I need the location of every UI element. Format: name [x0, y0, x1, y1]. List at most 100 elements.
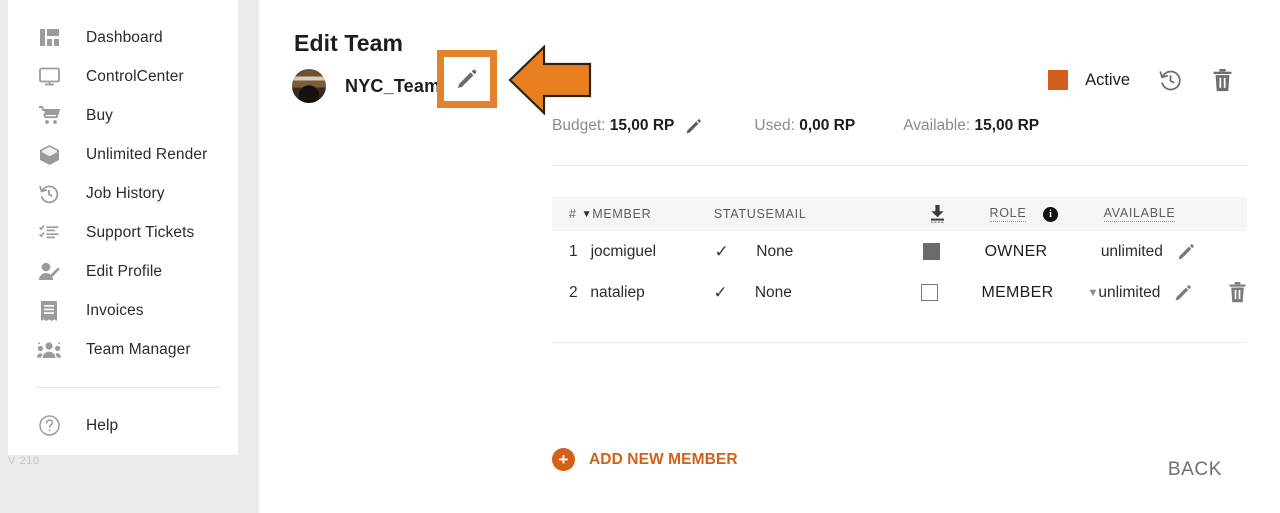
row-member-name: jocmiguel: [590, 242, 657, 260]
avatar: [292, 69, 326, 103]
row-role: OWNER: [985, 243, 1101, 261]
sidebar-item-label: Job History: [86, 184, 165, 202]
invoice-icon: [36, 298, 62, 324]
column-header-available[interactable]: AVAILABLE: [1103, 206, 1206, 222]
column-header-num-label: #: [569, 207, 577, 221]
used-value: 0,00 RP: [799, 117, 856, 134]
checkbox-unchecked-icon[interactable]: [920, 284, 938, 301]
row-status-check-icon: ✓: [714, 243, 756, 260]
left-arrow-annotation: [508, 44, 592, 116]
row-available: unlimited: [1101, 243, 1205, 261]
row-available-label: unlimited: [1098, 283, 1161, 301]
row-select-checkbox[interactable]: [920, 284, 982, 301]
plus-circle-icon: +: [552, 448, 575, 471]
table-row[interactable]: 2 nataliep ✓ None MEMBER ▼ unlimited: [552, 272, 1247, 313]
sidebar-item-buy[interactable]: Buy: [8, 96, 238, 135]
back-button[interactable]: BACK: [1168, 459, 1222, 481]
row-role-dropdown[interactable]: MEMBER ▼: [981, 284, 1098, 302]
status-cluster: Active: [1048, 68, 1234, 92]
content-panel: Edit Team NYC_Team Budget: 15,00 RP Used…: [259, 0, 1280, 513]
sidebar-item-controlcenter[interactable]: ControlCenter: [8, 57, 238, 96]
sidebar-item-edit-profile[interactable]: Edit Profile: [8, 252, 238, 291]
team-name: NYC_Team: [345, 75, 441, 96]
team-icon: [36, 337, 62, 363]
sidebar-item-label: Dashboard: [86, 28, 163, 46]
available-value: 15,00 RP: [974, 117, 1040, 134]
budget-summary: Budget: 15,00 RP Used: 0,00 RP Available…: [552, 117, 1039, 135]
column-header-role[interactable]: ROLE i: [989, 206, 1104, 222]
page-title: Edit Team: [294, 30, 404, 56]
row-index: 1: [569, 242, 578, 260]
monitor-icon: [36, 64, 62, 90]
trash-icon[interactable]: [1210, 68, 1234, 92]
column-header-available-label: AVAILABLE: [1103, 206, 1176, 222]
user-edit-icon: [36, 259, 62, 285]
header-divider: [552, 165, 1247, 166]
status-badge: [1048, 70, 1069, 90]
version-label: V 210: [8, 455, 40, 467]
column-header-email: EMAIL: [765, 207, 807, 221]
sidebar-item-support-tickets[interactable]: Support Tickets: [8, 213, 238, 252]
budget-label: Budget:: [552, 117, 606, 134]
sidebar-item-label: Invoices: [86, 301, 144, 319]
budget-value: 15,00 RP: [609, 117, 675, 134]
box-icon: [36, 142, 62, 168]
checkbox-checked-icon[interactable]: [923, 243, 941, 260]
row-actions: [1202, 282, 1247, 303]
check-icon: ✓: [714, 242, 729, 261]
column-header-member: MEMBER: [592, 207, 652, 221]
budget-item: Budget: 15,00 RP: [552, 117, 674, 135]
row-available-label: unlimited: [1100, 242, 1163, 260]
sidebar-item-label: Buy: [86, 106, 114, 124]
column-header-status: STATUS: [713, 207, 766, 221]
row-role-label: OWNER: [984, 242, 1048, 260]
annotation-highlight-box: [437, 50, 497, 108]
sidebar-item-help[interactable]: Help: [8, 406, 238, 445]
sidebar-item-label: Team Manager: [86, 340, 191, 358]
chevron-down-icon[interactable]: ▼: [1087, 287, 1098, 299]
pencil-icon[interactable]: [1177, 243, 1195, 261]
add-new-member-button[interactable]: + ADD NEW MEMBER: [552, 448, 738, 471]
sidebar-item-invoices[interactable]: Invoices: [8, 291, 238, 330]
sidebar-item-label: ControlCenter: [86, 67, 184, 85]
sort-caret-icon: ▼: [581, 208, 593, 220]
status-label: Active: [1085, 70, 1130, 89]
table-header-row: # ▼ MEMBER STATUS EMAIL ROLE i AVAILABLE: [552, 197, 1247, 231]
help-icon: [36, 413, 62, 439]
column-header-role-label: ROLE: [989, 206, 1027, 222]
pencil-icon[interactable]: [444, 57, 490, 101]
sidebar-divider: [36, 387, 220, 388]
row-email: None: [756, 242, 794, 260]
sidebar-item-team-manager[interactable]: Team Manager: [8, 330, 238, 369]
pencil-icon[interactable]: [1174, 284, 1192, 302]
download-icon[interactable]: [929, 205, 989, 223]
used-item: Used: 0,00 RP: [754, 117, 855, 135]
sidebar-item-label: Unlimited Render: [86, 145, 208, 163]
row-member-name: nataliep: [590, 283, 645, 301]
available-item: Available: 15,00 RP: [903, 117, 1039, 135]
sidebar-item-label: Support Tickets: [86, 223, 195, 241]
column-header-num[interactable]: # ▼: [552, 207, 592, 221]
row-role-label: MEMBER: [981, 283, 1054, 301]
sidebar-item-label: Edit Profile: [86, 262, 163, 280]
members-table: # ▼ MEMBER STATUS EMAIL ROLE i AVAILABLE…: [552, 197, 1247, 313]
sidebar: Dashboard ControlCenter Buy Unlimited Re…: [8, 0, 238, 455]
row-select-checkbox[interactable]: [923, 243, 984, 260]
available-label: Available:: [903, 117, 971, 134]
budget-edit-pencil-icon[interactable]: [685, 118, 702, 135]
table-bottom-divider: [552, 342, 1247, 343]
row-index: 2: [569, 283, 578, 301]
used-label: Used:: [754, 117, 795, 134]
trash-icon[interactable]: [1228, 282, 1247, 303]
team-identity-row: NYC_Team: [292, 66, 440, 106]
row-email: None: [754, 283, 792, 301]
history-icon[interactable]: [1158, 68, 1182, 92]
sidebar-item-job-history[interactable]: Job History: [8, 174, 238, 213]
check-icon: ✓: [713, 283, 728, 302]
list-icon: [36, 220, 62, 246]
sidebar-item-unlimited-render[interactable]: Unlimited Render: [8, 135, 238, 174]
cart-icon: [36, 103, 62, 129]
table-row[interactable]: 1 jocmiguel ✓ None OWNER unlimited: [552, 231, 1247, 272]
sidebar-item-dashboard[interactable]: Dashboard: [8, 18, 238, 57]
info-icon[interactable]: i: [1043, 206, 1059, 222]
